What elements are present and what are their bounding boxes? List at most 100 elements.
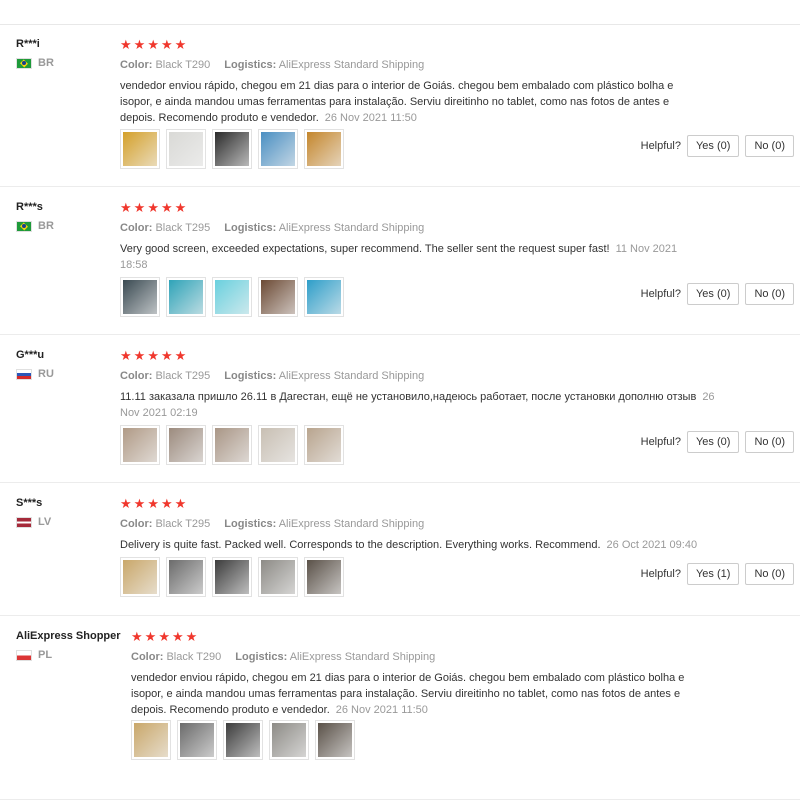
reviewer-country: BR xyxy=(16,220,54,232)
reviewer-info: R***i BR xyxy=(16,36,54,69)
helpful-no-button[interactable]: No (0) xyxy=(745,135,794,157)
star-icon: ★ xyxy=(133,36,146,52)
helpful-controls: Helpful? Yes (0) No (0) xyxy=(641,283,794,305)
star-icon: ★ xyxy=(133,347,146,363)
logistics-label: Logistics: xyxy=(224,518,277,530)
reviewer-info: G***u RU xyxy=(16,347,54,380)
helpful-yes-button[interactable]: Yes (0) xyxy=(686,135,740,157)
review-photo-thumbnail[interactable] xyxy=(304,557,344,597)
country-flag-icon xyxy=(16,368,32,380)
review-photo-thumbnail[interactable] xyxy=(258,557,298,597)
helpful-yes-button[interactable]: Yes (0) xyxy=(686,431,740,453)
review-photo-thumbnail[interactable] xyxy=(304,129,344,169)
color-label: Color: xyxy=(120,518,153,530)
star-icon: ★ xyxy=(144,628,157,644)
review-photo-thumbnail[interactable] xyxy=(212,425,252,465)
review-photo-thumbnail[interactable] xyxy=(223,720,263,760)
review-photo-thumbnail[interactable] xyxy=(212,129,252,169)
star-icon: ★ xyxy=(147,36,159,52)
helpful-no-button[interactable]: No (0) xyxy=(745,563,794,585)
review-photo-thumbnail[interactable] xyxy=(212,277,252,317)
review-date: 26 Nov 2021 11:50 xyxy=(335,704,428,716)
review-photos xyxy=(120,557,344,597)
review-photo-thumbnail[interactable] xyxy=(304,425,344,465)
review-photo xyxy=(318,723,352,757)
review-photo-thumbnail[interactable] xyxy=(304,277,344,317)
star-icon: ★ xyxy=(147,495,159,511)
review-photo-thumbnail[interactable] xyxy=(315,720,355,760)
helpful-controls: Helpful? Yes (0) No (0) xyxy=(641,431,794,453)
star-icon: ★ xyxy=(158,628,170,644)
country-code: PL xyxy=(38,649,53,661)
reviewer-info: AliExpress Shopper PL xyxy=(16,628,121,661)
star-icon: ★ xyxy=(160,347,173,363)
review-body: Very good screen, exceeded expectations,… xyxy=(120,243,610,255)
review-photo-thumbnail[interactable] xyxy=(166,277,206,317)
helpful-yes-button[interactable]: Yes (1) xyxy=(686,563,740,585)
helpful-controls: Helpful? Yes (1) No (0) xyxy=(641,563,794,585)
color-label: Color: xyxy=(120,370,153,382)
review-photo xyxy=(261,428,295,462)
helpful-label: Helpful? xyxy=(640,436,681,448)
logistics-label: Logistics: xyxy=(235,651,288,663)
review-content: ★ ★ ★ ★ ★ Color: Black T295 Logistics: AliExpr… xyxy=(120,199,700,317)
logistics-value: AliExpress Standard Shipping xyxy=(278,370,425,382)
review-photo-thumbnail[interactable] xyxy=(131,720,171,760)
review-photo-thumbnail[interactable] xyxy=(166,129,206,169)
helpful-no-button[interactable]: No (0) xyxy=(745,283,794,305)
review-content: ★ ★ ★ ★ ★ Color: Black T295 Logistics: AliExpr… xyxy=(120,347,720,465)
reviewer-name: S***s xyxy=(16,497,43,509)
review-photo-thumbnail[interactable] xyxy=(269,720,309,760)
review-content: ★ ★ ★ ★ ★ Color: Black T290 Logistics: AliExpr… xyxy=(120,36,700,169)
review-photos xyxy=(131,720,355,760)
country-flag-icon xyxy=(16,57,32,69)
review-photo-thumbnail[interactable] xyxy=(258,129,298,169)
color-value: Black T295 xyxy=(155,222,211,234)
review-photo xyxy=(226,723,260,757)
review-photo-thumbnail[interactable] xyxy=(120,129,160,169)
review-photo-thumbnail[interactable] xyxy=(166,557,206,597)
country-code: RU xyxy=(38,368,54,380)
review-item: R***i BR ★ ★ ★ ★ ★ Color: Black T290 Logistics: … xyxy=(0,36,800,187)
review-photo-thumbnail[interactable] xyxy=(258,277,298,317)
star-icon: ★ xyxy=(120,36,132,52)
review-photo-thumbnail[interactable] xyxy=(166,425,206,465)
review-text: 11.11 заказала пришло 26.11 в Дагестан, … xyxy=(120,389,720,421)
review-photo xyxy=(123,560,157,594)
review-photo-thumbnail[interactable] xyxy=(258,425,298,465)
top-divider xyxy=(0,24,800,25)
country-flag-icon xyxy=(16,220,32,232)
star-icon: ★ xyxy=(160,199,173,215)
review-photo xyxy=(307,560,341,594)
star-rating: ★ ★ ★ ★ ★ xyxy=(120,495,740,511)
star-icon: ★ xyxy=(120,199,132,215)
review-photo-thumbnail[interactable] xyxy=(177,720,217,760)
review-divider xyxy=(0,186,800,187)
review-photo-thumbnail[interactable] xyxy=(120,425,160,465)
country-code: LV xyxy=(38,516,52,528)
reviewer-name: R***i xyxy=(16,38,40,50)
helpful-no-button[interactable]: No (0) xyxy=(745,431,794,453)
reviewer-country: BR xyxy=(16,57,54,69)
reviewer-name: R***s xyxy=(16,201,43,213)
star-icon: ★ xyxy=(185,628,198,644)
country-flag-icon xyxy=(16,516,32,528)
review-photo-thumbnail[interactable] xyxy=(212,557,252,597)
review-body: Delivery is quite fast. Packed well. Cor… xyxy=(120,539,601,551)
star-icon: ★ xyxy=(131,628,143,644)
review-photo-thumbnail[interactable] xyxy=(120,277,160,317)
review-photo xyxy=(169,132,203,166)
star-icon: ★ xyxy=(133,495,146,511)
reviewer-name: AliExpress Shopper xyxy=(16,630,121,642)
logistics-label: Logistics: xyxy=(224,59,277,71)
review-photo-thumbnail[interactable] xyxy=(120,557,160,597)
review-content: ★ ★ ★ ★ ★ Color: Black T290 Logistics: AliExpr… xyxy=(131,628,711,760)
helpful-yes-button[interactable]: Yes (0) xyxy=(686,283,740,305)
logistics-label: Logistics: xyxy=(224,370,277,382)
review-photo xyxy=(272,723,306,757)
review-photo xyxy=(215,280,249,314)
star-icon: ★ xyxy=(160,36,173,52)
review-photo xyxy=(180,723,214,757)
logistics-value: AliExpress Standard Shipping xyxy=(278,222,425,234)
review-photo xyxy=(261,560,295,594)
